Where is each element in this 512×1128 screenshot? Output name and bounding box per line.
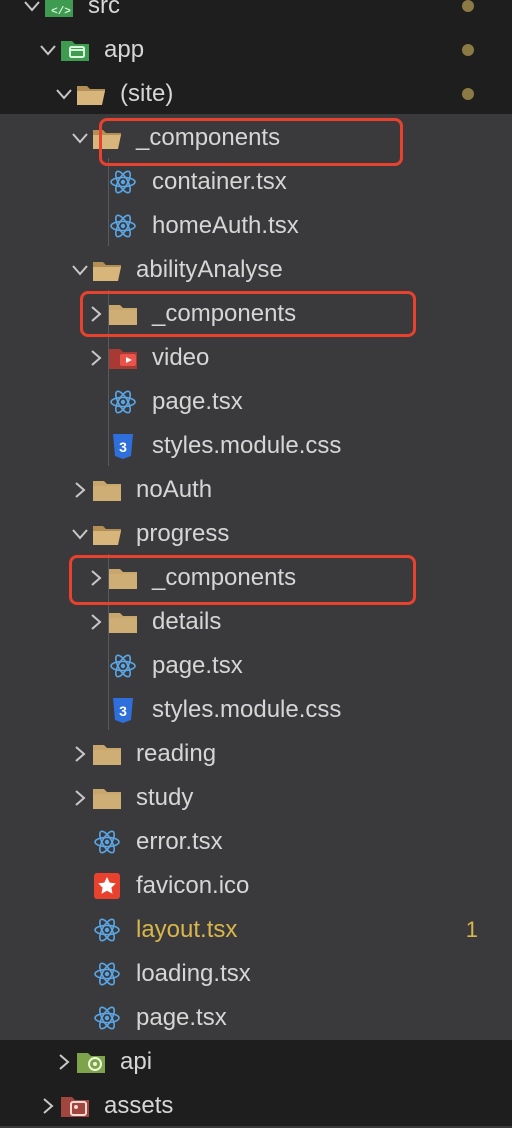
folder-icon	[90, 784, 124, 812]
modified-dot-indicator	[462, 0, 474, 12]
tree-item-page-tsx[interactable]: page.tsx	[0, 644, 512, 688]
api-folder-icon	[74, 1048, 108, 1076]
chevron-right-icon[interactable]	[70, 744, 90, 764]
tree-item-label: layout.tsx	[136, 916, 238, 943]
react-icon	[90, 1004, 124, 1032]
tree-item-label: abilityAnalyse	[136, 256, 283, 283]
tree-item-label: homeAuth.tsx	[152, 212, 299, 239]
tree-item-label: app	[104, 36, 145, 63]
folder-open-icon	[90, 256, 124, 284]
chevron-right-icon[interactable]	[38, 1096, 58, 1116]
app-folder-icon	[58, 36, 92, 64]
tree-item-label: noAuth	[136, 476, 213, 503]
tree-item-label: container.tsx	[152, 168, 287, 195]
tree-item-label: video	[152, 344, 210, 371]
tree-item-api[interactable]: api	[0, 1040, 512, 1084]
tree-item-label: page.tsx	[152, 388, 243, 415]
tree-item-label: details	[152, 608, 222, 635]
tree-item-abilityanalyse[interactable]: abilityAnalyse	[0, 248, 512, 292]
highlight-box	[80, 291, 416, 337]
tree-item-app[interactable]: app	[0, 28, 512, 72]
tree-item-src[interactable]: </> src	[0, 0, 512, 28]
tree-item-label: styles.module.css	[152, 432, 342, 459]
chevron-down-icon[interactable]	[54, 84, 74, 104]
svg-text:</>: </>	[51, 6, 71, 18]
modified-dot-indicator	[462, 88, 474, 100]
tree-item-label: styles.module.css	[152, 696, 342, 723]
chevron-down-icon[interactable]	[70, 128, 90, 148]
chevron-down-icon[interactable]	[38, 40, 58, 60]
video-folder-icon	[106, 344, 140, 372]
tree-item-styles-module-css[interactable]: 3 styles.module.css	[0, 688, 512, 732]
tree-item-progress[interactable]: progress	[0, 512, 512, 556]
problem-count-badge: 1	[465, 917, 478, 942]
tree-item-label: favicon.ico	[136, 872, 250, 899]
star-icon	[90, 872, 124, 900]
tree-item-noauth[interactable]: noAuth	[0, 468, 512, 512]
chevron-right-icon[interactable]	[86, 348, 106, 368]
react-icon	[106, 168, 140, 196]
react-icon	[90, 828, 124, 856]
tree-item-label: page.tsx	[136, 1004, 227, 1031]
tree-item-label: api	[120, 1048, 153, 1075]
folder-icon	[90, 476, 124, 504]
react-icon	[90, 960, 124, 988]
tree-item-label: page.tsx	[152, 652, 243, 679]
chevron-down-icon[interactable]	[70, 524, 90, 544]
tree-item-label: assets	[104, 1092, 174, 1119]
tree-item-label: error.tsx	[136, 828, 223, 855]
file-explorer-tree: </> src app (site) _components container.tsx h…	[0, 0, 512, 1126]
react-icon	[106, 388, 140, 416]
chevron-right-icon[interactable]	[86, 612, 106, 632]
folder-open-icon	[90, 520, 124, 548]
tree-item-page-tsx[interactable]: page.tsx	[0, 996, 512, 1040]
tree-item-layout-tsx[interactable]: layout.tsx 1	[0, 908, 512, 952]
chevron-right-icon[interactable]	[70, 480, 90, 500]
chevron-down-icon[interactable]	[70, 260, 90, 280]
tree-item-container-tsx[interactable]: container.tsx	[0, 160, 512, 204]
tree-item-favicon-ico[interactable]: favicon.ico	[0, 864, 512, 908]
tree-item-site[interactable]: (site)	[0, 72, 512, 116]
folder-icon	[106, 608, 140, 636]
src-folder-icon: </>	[42, 0, 76, 20]
react-icon	[106, 652, 140, 680]
tree-item-error-tsx[interactable]: error.tsx	[0, 820, 512, 864]
tree-item-label: reading	[136, 740, 217, 767]
assets-folder-icon	[58, 1092, 92, 1120]
tree-item-label: study	[136, 784, 194, 811]
chevron-down-icon[interactable]	[22, 0, 42, 16]
tree-item-label: loading.tsx	[136, 960, 251, 987]
tree-item-homeauth-tsx[interactable]: homeAuth.tsx	[0, 204, 512, 248]
tree-item-assets[interactable]: assets	[0, 1084, 512, 1128]
react-icon	[106, 212, 140, 240]
tree-item-label: progress	[136, 520, 230, 547]
highlight-box	[69, 555, 416, 605]
svg-text:3: 3	[119, 703, 127, 719]
modified-dot-indicator	[462, 44, 474, 56]
folder-open-icon	[74, 80, 108, 108]
tree-item-reading[interactable]: reading	[0, 732, 512, 776]
react-icon	[90, 916, 124, 944]
folder-icon	[90, 740, 124, 768]
css-icon: 3	[106, 696, 140, 724]
tree-item-label: (site)	[120, 80, 174, 107]
chevron-right-icon[interactable]	[70, 788, 90, 808]
tree-item-details[interactable]: details	[0, 600, 512, 644]
tree-item-study[interactable]: study	[0, 776, 512, 820]
tree-item-page-tsx[interactable]: page.tsx	[0, 380, 512, 424]
css-icon: 3	[106, 432, 140, 460]
tree-item-video[interactable]: video	[0, 336, 512, 380]
tree-item-loading-tsx[interactable]: loading.tsx	[0, 952, 512, 996]
tree-item-label: src	[88, 0, 120, 19]
highlight-box	[99, 118, 403, 166]
chevron-right-icon[interactable]	[54, 1052, 74, 1072]
tree-item-styles-module-css[interactable]: 3 styles.module.css	[0, 424, 512, 468]
svg-text:3: 3	[119, 439, 127, 455]
